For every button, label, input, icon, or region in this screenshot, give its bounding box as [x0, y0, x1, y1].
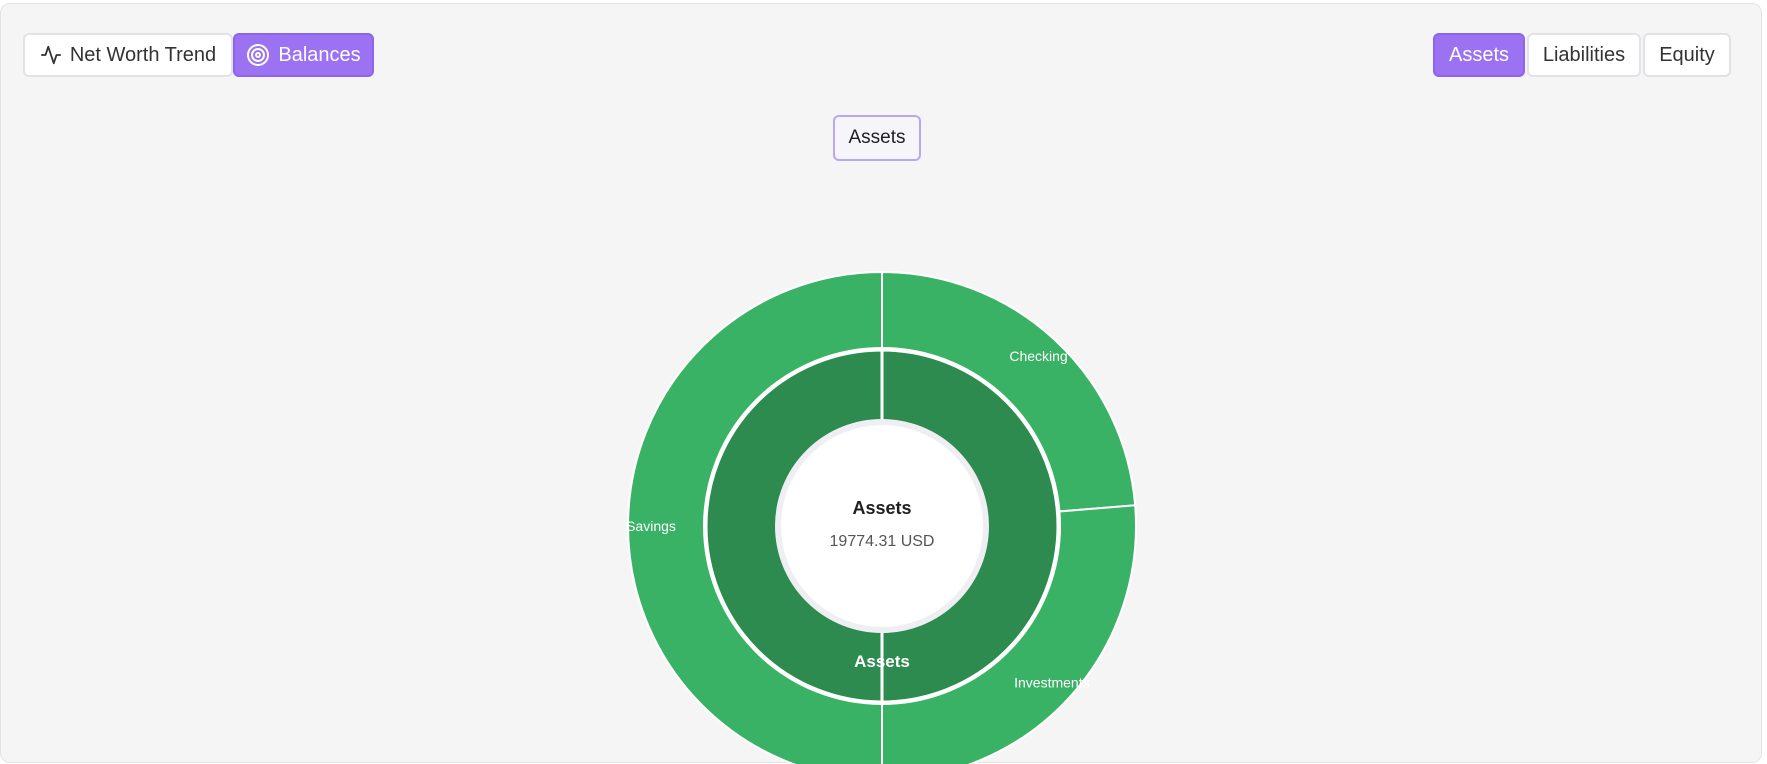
inner-ring-label: Assets: [854, 652, 910, 671]
outer-ring-label-investments: Investments: [1014, 675, 1089, 691]
outer-ring-label-checking: Checking: [1009, 348, 1067, 364]
outer-ring-label-savings: Savings: [626, 518, 676, 534]
center-label: Assets: [852, 498, 911, 518]
center-value: 19774.31 USD: [830, 533, 935, 550]
sunburst-chart: Assets Checking Investments Savings Assets 19…: [626, 270, 1137, 764]
center-disc: [775, 419, 989, 633]
balances-panel: Net Worth Trend Balances Assets Liabilit…: [0, 3, 1762, 764]
